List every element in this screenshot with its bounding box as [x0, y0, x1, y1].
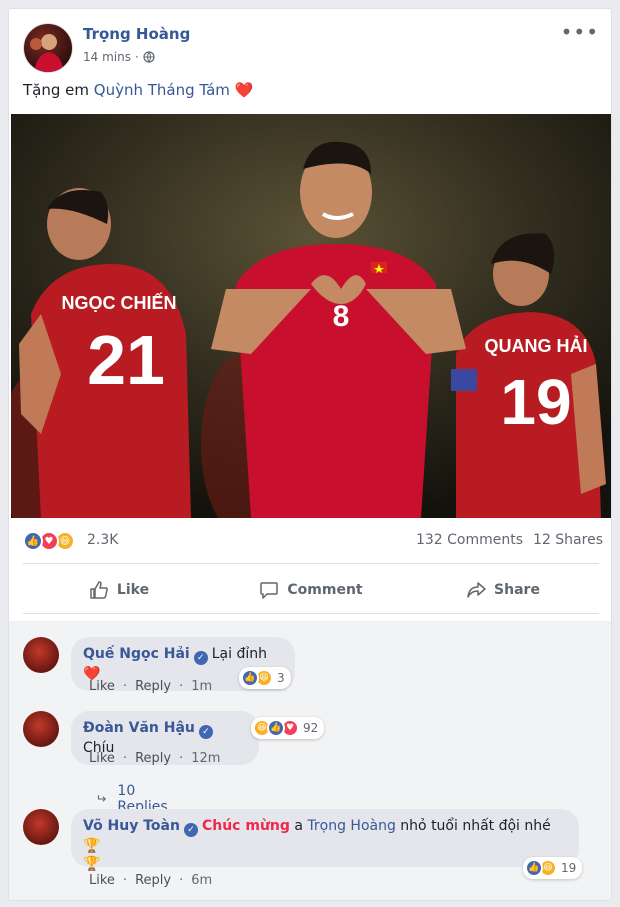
commenter-name[interactable]: Đoàn Văn Hậu	[83, 720, 195, 736]
comment-label: Comment	[287, 582, 363, 598]
comments-section: Quế Ngọc Hải ✓ Lại đỉnh❤️ 👍 😆 3 Like · Repl…	[9, 621, 611, 900]
comment-bubble: Võ Huy Toàn ✓ Chúc mừng a Trọng Hoàng nhỏ …	[71, 809, 579, 872]
share-button[interactable]: Share	[407, 571, 599, 609]
thumbs-up-icon	[90, 581, 108, 599]
post-time[interactable]: 14 mins	[83, 50, 131, 64]
reply-arrow-icon	[97, 795, 106, 802]
commenter-avatar[interactable]	[23, 711, 59, 747]
comment-share-counts: 132 Comments 12 Shares	[416, 532, 603, 548]
jersey-center-number: 8	[333, 300, 350, 333]
globe-icon	[143, 51, 155, 63]
comment-time[interactable]: 1m	[191, 679, 212, 694]
comment-mention[interactable]: Trọng Hoàng	[307, 818, 395, 834]
action-bar: Like Comment Share	[23, 571, 599, 609]
like-reaction-icon: 👍	[525, 859, 543, 877]
share-icon	[467, 582, 486, 598]
dot-separator: ·	[134, 50, 139, 64]
jersey-left-number: 21	[87, 321, 165, 399]
verified-badge-icon: ✓	[193, 651, 208, 665]
post-photo[interactable]: NGỌC CHIẾN 21 QUANG HẢI 19 8	[11, 114, 611, 518]
post-header: Trọng Hoàng 14 mins · •••	[23, 22, 599, 73]
comment-text-a: a	[289, 818, 308, 834]
like-label: Like	[116, 582, 150, 598]
like-button[interactable]: Like	[23, 571, 215, 609]
post-meta: 14 mins ·	[83, 50, 155, 64]
like-reaction-icon: 👍	[23, 531, 43, 551]
commenter-name[interactable]: Võ Huy Toàn	[83, 818, 180, 834]
commenter-avatar[interactable]	[23, 637, 59, 673]
comment-like-link[interactable]: Like	[89, 751, 115, 766]
verified-badge-icon: ✓	[198, 725, 213, 739]
heart-emoji: ❤️	[234, 81, 254, 99]
divider-bottom	[23, 613, 599, 614]
comment-text: Lại đỉnh	[211, 646, 267, 662]
reaction-icons[interactable]: 👍 ♥ 😆	[23, 531, 75, 551]
comment-like-link[interactable]: Like	[89, 873, 115, 888]
comment-reaction-count: 19	[561, 861, 577, 875]
post-mention[interactable]: Quỳnh Tháng Tám	[94, 81, 230, 99]
comment-like-link[interactable]: Like	[89, 679, 115, 694]
commenter-name[interactable]: Quế Ngọc Hải	[83, 646, 190, 662]
reaction-count[interactable]: 2.3K	[87, 532, 118, 548]
comment-time[interactable]: 6m	[191, 873, 212, 888]
trophy-emoji-2: 🏆	[83, 856, 101, 872]
post-text: Tặng em Quỳnh Tháng Tám ❤️	[23, 81, 253, 99]
comment-reactions[interactable]: 👍 😆 3	[239, 667, 291, 689]
comment-icon	[260, 582, 279, 599]
jersey-left-name: NGỌC CHIẾN	[61, 292, 176, 313]
like-reaction-icon: 👍	[241, 669, 259, 687]
trophy-emoji: 🏆	[83, 838, 101, 854]
jersey-right-number: 19	[500, 366, 571, 438]
comment-reply-link[interactable]: Reply	[135, 679, 171, 694]
comment-reply-link[interactable]: Reply	[135, 873, 171, 888]
jersey-right-name: QUANG HẢI	[485, 335, 588, 356]
verified-badge-icon: ✓	[183, 823, 198, 837]
comment-reply-link[interactable]: Reply	[135, 751, 171, 766]
comment-links: Like · Reply · 6m	[89, 873, 213, 888]
comment-reaction-count: 3	[277, 671, 285, 685]
share-count[interactable]: 12 Shares	[533, 532, 603, 548]
more-options-icon[interactable]: •••	[561, 22, 599, 42]
highlight-text: Chúc mừng	[201, 818, 290, 834]
share-label: Share	[494, 582, 540, 598]
divider-top	[23, 563, 599, 564]
comment-reactions[interactable]: 👍 😆 19	[523, 857, 583, 879]
comment-count[interactable]: 132 Comments	[416, 532, 523, 548]
comment-reactions[interactable]: 😆 👍 ♥ 92	[251, 717, 325, 739]
comment-time[interactable]: 12m	[191, 751, 220, 766]
like-reaction-icon: 👍	[267, 719, 285, 737]
comment-button[interactable]: Comment	[215, 571, 407, 609]
post-text-prefix: Tặng em	[23, 81, 94, 99]
commenter-avatar[interactable]	[23, 809, 59, 845]
comment-links: Like · Reply · 12m	[89, 751, 221, 766]
author-avatar[interactable]	[23, 23, 73, 73]
comment-text-rest: nhỏ tuổi nhất đội nhé	[395, 818, 551, 834]
comment-links: Like · Reply · 1m	[89, 679, 213, 694]
comment-reaction-count: 92	[303, 721, 319, 735]
post-card: Trọng Hoàng 14 mins · ••• Tặng em Quỳnh …	[8, 8, 612, 901]
author-name[interactable]: Trọng Hoàng	[83, 25, 190, 43]
reaction-summary: 👍 ♥ 😆 2.3K 132 Comments 12 Shares	[23, 529, 603, 553]
